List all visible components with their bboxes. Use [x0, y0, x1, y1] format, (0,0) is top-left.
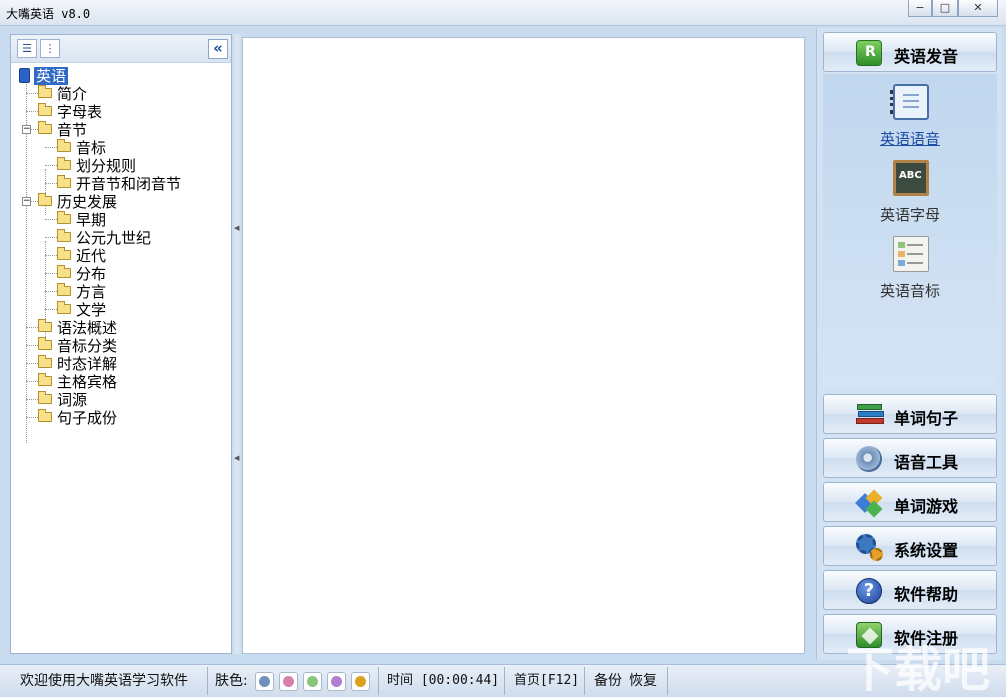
folder-icon: [57, 210, 71, 224]
tree-toolbar: ☰ ⋮ «: [11, 35, 231, 63]
home-button[interactable]: 首页[F12]: [514, 671, 579, 691]
tree-item[interactable]: 早期: [57, 210, 106, 229]
game-cubes-icon: [855, 489, 883, 518]
splitter-left-arrow-icon: ◀: [234, 224, 240, 232]
restore-button[interactable]: 恢复: [629, 671, 657, 691]
tree-item[interactable]: 历史发展: [38, 192, 117, 211]
books-icon: [856, 402, 884, 428]
collapse-node-icon[interactable]: −: [22, 125, 31, 134]
nav-section-audio-tools[interactable]: 语音工具: [823, 438, 997, 478]
tree-root[interactable]: 英语: [19, 67, 69, 85]
close-button[interactable]: ✕: [958, 0, 998, 17]
skin-color-orange[interactable]: [351, 672, 370, 691]
collapse-node-icon[interactable]: −: [22, 197, 31, 206]
skin-color-purple[interactable]: [327, 672, 346, 691]
tree-item[interactable]: 开音节和闭音节: [57, 174, 181, 193]
tree-item[interactable]: 文学: [57, 300, 106, 319]
tree-item[interactable]: 音标: [57, 138, 106, 157]
tree-item[interactable]: 划分规则: [57, 156, 136, 175]
nav-section-software-help[interactable]: ? 软件帮助: [823, 570, 997, 610]
skin-color-blue[interactable]: [255, 672, 274, 691]
notebook-icon[interactable]: [890, 84, 929, 120]
tree-item[interactable]: 简介: [38, 84, 87, 103]
tree-item[interactable]: 音节: [38, 120, 87, 139]
skin-color-green[interactable]: [303, 672, 322, 691]
folder-icon: [38, 102, 52, 116]
pronunciation-book-icon: R: [856, 40, 882, 66]
maximize-button[interactable]: □: [932, 0, 958, 17]
welcome-text: 欢迎使用大嘴英语学习软件: [20, 673, 188, 689]
nav-section-english-pronunciation[interactable]: R 英语发音: [823, 32, 997, 72]
folder-icon: [57, 300, 71, 314]
backup-button[interactable]: 备份: [594, 671, 622, 691]
english-phonetic-symbols-link[interactable]: 英语音标: [823, 280, 997, 301]
audio-tool-icon: [856, 446, 882, 472]
tree-item[interactable]: 时态详解: [38, 354, 117, 373]
tree-item[interactable]: 分布: [57, 264, 106, 283]
folder-icon: [38, 120, 52, 134]
list-view-icon[interactable]: ☰: [17, 39, 37, 58]
tree-view-icon[interactable]: ⋮: [40, 39, 60, 58]
minimize-button[interactable]: −: [908, 0, 932, 17]
watermark-logo: 下载吧: [845, 642, 990, 697]
folder-icon: [57, 174, 71, 188]
collapse-panel-button[interactable]: «: [208, 39, 228, 59]
folder-icon: [38, 336, 52, 350]
tree-item[interactable]: 公元九世纪: [57, 228, 151, 247]
window-title: 大嘴英语 v8.0: [6, 7, 91, 21]
gears-icon: [856, 534, 883, 561]
english-phonetics-link[interactable]: 英语语音: [823, 128, 997, 149]
content-area[interactable]: [242, 37, 805, 654]
folder-icon: [57, 246, 71, 260]
tree-item[interactable]: 句子成份: [38, 408, 117, 427]
folder-icon: [38, 192, 52, 206]
english-letters-link[interactable]: 英语字母: [823, 204, 997, 225]
folder-icon: [57, 156, 71, 170]
folder-icon: [38, 390, 52, 404]
tree-item[interactable]: 词源: [38, 390, 87, 409]
phonetic-chart-icon[interactable]: [893, 236, 929, 272]
folder-icon: [57, 228, 71, 242]
title-bar: 大嘴英语 v8.0 − □ ✕: [0, 0, 1006, 26]
panel-splitter[interactable]: ◀ ◀: [232, 34, 242, 654]
folder-icon: [38, 84, 52, 98]
pronunciation-items: 英语语音 ABC 英语字母 英语音标: [823, 74, 997, 388]
skin-color-pink[interactable]: [279, 672, 298, 691]
abc-board-icon[interactable]: ABC: [893, 160, 929, 196]
folder-icon: [38, 354, 52, 368]
folder-icon: [38, 372, 52, 386]
splitter-left-arrow-icon: ◀: [234, 454, 240, 462]
skin-label: 肤色:: [215, 673, 248, 689]
folder-icon: [57, 282, 71, 296]
nav-section-word-games[interactable]: 单词游戏: [823, 482, 997, 522]
nav-section-words-sentences[interactable]: 单词句子: [823, 394, 997, 434]
folder-icon: [57, 138, 71, 152]
folder-icon: [38, 408, 52, 422]
tree-item[interactable]: 近代: [57, 246, 106, 265]
folder-icon: [38, 318, 52, 332]
tree-item[interactable]: 方言: [57, 282, 106, 301]
tree-item[interactable]: 主格宾格: [38, 372, 117, 391]
session-timer: 时间 [00:00:44]: [387, 673, 500, 688]
nav-section-system-settings[interactable]: 系统设置: [823, 526, 997, 566]
tree-item[interactable]: 字母表: [38, 102, 102, 121]
tree-item[interactable]: 音标分类: [38, 336, 117, 355]
nav-panel: R 英语发音 英语语音 ABC 英语字母 英语音标 单词句子 语音工具 单词游戏…: [816, 28, 1002, 660]
book-icon: [19, 68, 30, 83]
help-icon: ?: [856, 578, 882, 604]
folder-icon: [57, 264, 71, 278]
tree-item[interactable]: 语法概述: [38, 318, 117, 337]
tree-panel: ☰ ⋮ « 英语 简介 字母表 − 音节 音标 划分规则 开音节和闭音节 − 历…: [10, 34, 232, 654]
